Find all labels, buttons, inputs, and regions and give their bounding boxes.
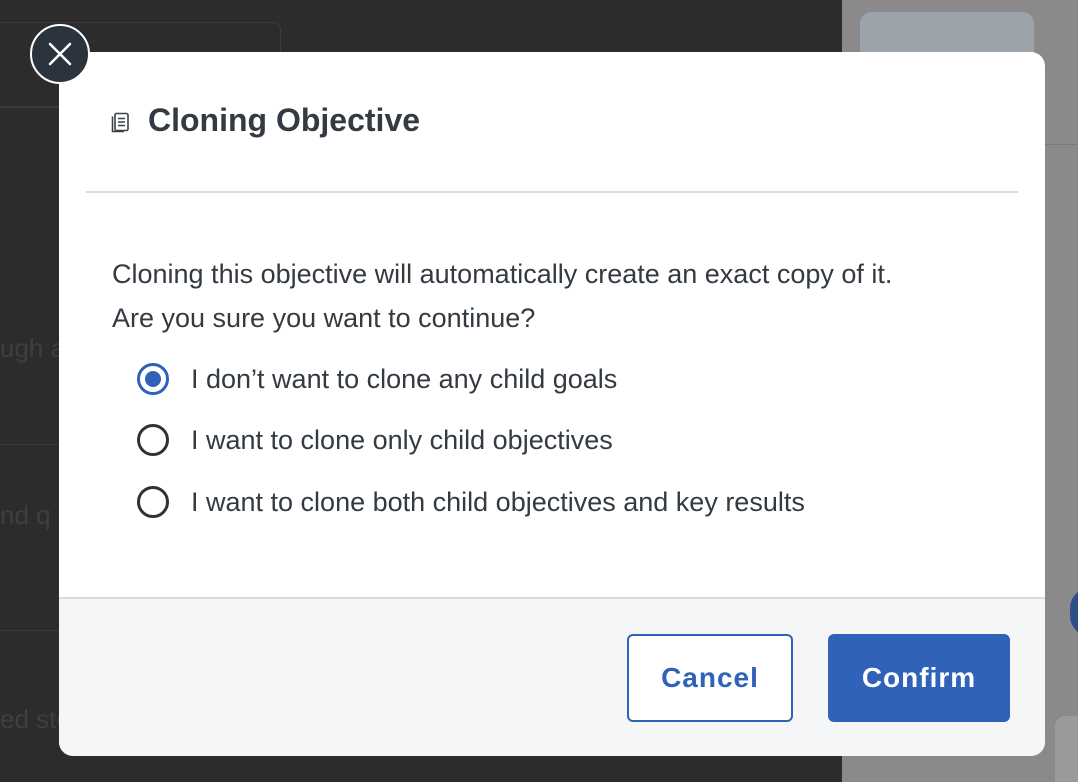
option-objectives-and-key-results[interactable]: I want to clone both child objectives an… xyxy=(137,480,805,524)
radio-button[interactable] xyxy=(137,486,169,518)
screen: ugh a nd q ed sto Cloning Objective Clon… xyxy=(0,0,1078,782)
option-no-child-goals[interactable]: I don’t want to clone any child goals xyxy=(137,357,617,401)
option-label: I don’t want to clone any child goals xyxy=(191,363,618,394)
background-text: ugh a xyxy=(0,333,66,363)
dialog-title: Cloning Objective xyxy=(148,102,421,138)
close-icon xyxy=(48,42,72,66)
background-text: nd q xyxy=(0,500,51,530)
background-side-card xyxy=(1055,716,1078,782)
radio-button[interactable] xyxy=(137,424,169,456)
copy-icon xyxy=(108,110,132,134)
close-dialog-button[interactable] xyxy=(30,24,90,84)
confirm-button[interactable]: Confirm xyxy=(828,634,1010,722)
dialog-header: Cloning Objective xyxy=(86,52,1018,193)
background-divider xyxy=(1045,144,1078,145)
message-line: Are you sure you want to continue? xyxy=(112,303,536,333)
option-label: I want to clone only child objectives xyxy=(191,424,613,455)
dialog-footer: Cancel Confirm xyxy=(59,597,1045,756)
message-line: Cloning this objective will automaticall… xyxy=(112,259,893,289)
option-child-objectives-only[interactable]: I want to clone only child objectives xyxy=(137,418,613,462)
clone-objective-dialog: Cloning Objective Cloning this objective… xyxy=(59,52,1045,756)
option-label: I want to clone both child objectives an… xyxy=(191,486,805,517)
dialog-message: Cloning this objective will automaticall… xyxy=(112,252,992,340)
cancel-button[interactable]: Cancel xyxy=(627,634,793,722)
radio-button-selected[interactable] xyxy=(137,363,169,395)
